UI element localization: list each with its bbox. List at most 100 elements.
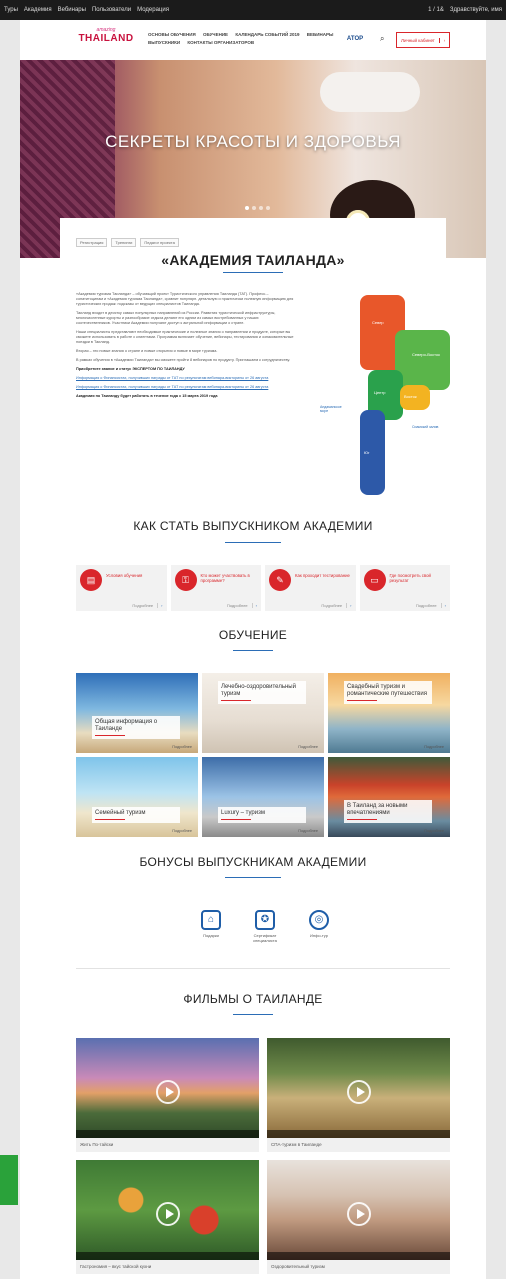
- play-icon[interactable]: [155, 1080, 180, 1104]
- bonus-label: Инфо-тур: [310, 933, 328, 938]
- breadcrumb-item[interactable]: Регистрация: [76, 238, 108, 247]
- winners-link[interactable]: Информация о Финансистах, получивших наг…: [76, 376, 294, 381]
- more-link[interactable]: Подробнее: [298, 829, 318, 833]
- nav-item-webinars[interactable]: ВЕБИНАРЫ: [307, 32, 334, 37]
- side-feedback-tab[interactable]: [0, 1155, 18, 1205]
- nav-item-calendar[interactable]: КАЛЕНДАРЬ СОБЫТИЙ 2019: [235, 32, 299, 37]
- breadcrumb: Регистрация Тренинги Педагог проекта: [76, 238, 179, 247]
- video-card[interactable]: Гастрономия – вкус тайской кухни: [76, 1160, 259, 1274]
- slider-dot[interactable]: [245, 206, 249, 210]
- play-icon[interactable]: [155, 1202, 180, 1226]
- more-link[interactable]: Подробнее: [172, 745, 192, 749]
- breadcrumb-item[interactable]: Педагог проекта: [140, 238, 179, 247]
- video-thumbnail[interactable]: [267, 1160, 450, 1260]
- academy-intro: «Академия туризма Таиланда» – обучающий …: [76, 292, 294, 403]
- more-link[interactable]: Подробнее ›: [227, 603, 257, 608]
- topbar-link-webinars[interactable]: Вебинары: [58, 7, 86, 13]
- bonus-item-gifts[interactable]: ⌂ Подарки: [194, 910, 228, 943]
- breadcrumb-item[interactable]: Тренинги: [111, 238, 137, 247]
- step-card-conditions[interactable]: ▤ Условия обучения Подробнее ›: [76, 565, 167, 611]
- more-link[interactable]: Подробнее ›: [416, 603, 446, 608]
- video-card[interactable]: Жить По-тайски: [76, 1038, 259, 1152]
- more-label: Подробнее: [226, 603, 248, 608]
- nav-item-basics[interactable]: ОСНОВЫ ОБУЧЕНИЯ: [148, 32, 196, 37]
- amazing-thailand-logo[interactable]: amazing THAILAND: [78, 27, 134, 53]
- intro-paragraph: «Академия туризма Таиланда» – обучающий …: [76, 292, 294, 306]
- video-controls[interactable]: [267, 1130, 450, 1138]
- certificate-icon: ✪: [255, 910, 275, 930]
- video-controls[interactable]: [76, 1130, 259, 1138]
- tile-luxury[interactable]: Luxury – туризм Подробнее: [202, 757, 324, 837]
- video-controls[interactable]: [267, 1252, 450, 1260]
- step-card-results[interactable]: ▭ Где посмотреть свой результат Подробне…: [359, 565, 450, 611]
- more-link[interactable]: Подробнее ›: [132, 603, 163, 608]
- more-link[interactable]: Подробнее: [298, 745, 318, 749]
- video-caption: СПА-туризм в Таиланде: [267, 1138, 450, 1152]
- chevron-right-icon: ›: [440, 603, 446, 608]
- howto-title: КАК СТАТЬ ВЫПУСКНИКОМ АКАДЕМИИ: [133, 519, 373, 533]
- site-header: amazing THAILAND ОСНОВЫ ОБУЧЕНИЯ ОБУЧЕНИ…: [20, 20, 486, 60]
- academy-dates: Академия по Таиланду будет работать в те…: [76, 394, 218, 398]
- chevron-right-icon: ›: [251, 603, 257, 608]
- tile-wellness[interactable]: Лечебно-оздоровительный туризм Подробнее: [202, 673, 324, 753]
- step-card-who[interactable]: ⚿ Кто может участвовать в программе? Под…: [170, 565, 261, 611]
- tile-family[interactable]: Семейный туризм Подробнее: [76, 757, 198, 837]
- bonus-title: БОНУСЫ ВЫПУСКНИКАМ АКАДЕМИИ: [139, 855, 367, 869]
- howto-steps: ▤ Условия обучения Подробнее › ⚿ Кто може…: [76, 565, 450, 611]
- slider-dot[interactable]: [266, 206, 270, 210]
- more-link[interactable]: Подробнее ›: [321, 603, 352, 608]
- slider-dot[interactable]: [252, 206, 256, 210]
- bonus-label: Подарки: [203, 933, 219, 938]
- topbar-link-academy[interactable]: Академия: [24, 7, 52, 13]
- map-label: Северо-Восток: [412, 352, 440, 357]
- winners-link[interactable]: Информация о Финансистах, получивших наг…: [76, 385, 294, 390]
- more-link[interactable]: Подробнее: [172, 829, 192, 833]
- topbar-link-moderation[interactable]: Модерация: [137, 7, 169, 13]
- video-caption: Жить По-тайски: [76, 1138, 259, 1152]
- play-icon[interactable]: [346, 1202, 371, 1226]
- tile-impressions[interactable]: В Таиланд за новыми впечатлениями Подроб…: [328, 757, 450, 837]
- topbar-link-users[interactable]: Пользователи: [92, 7, 131, 13]
- topbar-greeting[interactable]: Здравствуйте, имя: [450, 7, 502, 13]
- page-container: amazing THAILAND ОСНОВЫ ОБУЧЕНИЯ ОБУЧЕНИ…: [20, 0, 486, 1279]
- search-icon[interactable]: ⌕: [380, 34, 390, 44]
- map-label: Восток: [404, 394, 417, 399]
- step-card-testing[interactable]: ✎ Как проходит тестирование Подробнее ›: [265, 565, 356, 611]
- video-card[interactable]: Оздоровительный туризм: [267, 1160, 450, 1274]
- top-admin-bar: Туры Академия Вебинары Пользователи Моде…: [0, 0, 506, 20]
- login-button[interactable]: Личный кабинет ›: [396, 32, 450, 48]
- hero-towel: [320, 72, 420, 112]
- tile-wedding[interactable]: Свадебный туризм и романтические путешес…: [328, 673, 450, 753]
- gift-icon: ⌂: [201, 910, 221, 930]
- video-card[interactable]: СПА-туризм в Таиланде: [267, 1038, 450, 1152]
- title-underline: [225, 542, 281, 543]
- tile-general-info[interactable]: Общая информация о Таиланде Подробнее: [76, 673, 198, 753]
- bonus-item-certificate[interactable]: ✪ Сертификат специалиста: [248, 910, 282, 943]
- nav-item-learning[interactable]: ОБУЧЕНИЕ: [203, 32, 228, 37]
- slider-dot[interactable]: [259, 206, 263, 210]
- map-label: Юг: [364, 450, 370, 455]
- more-link[interactable]: Подробнее: [424, 745, 444, 749]
- step-label: Условия обучения: [106, 573, 143, 578]
- tile-label: Общая информация о Таиланде: [92, 716, 180, 739]
- video-thumbnail[interactable]: [267, 1038, 450, 1138]
- map-sea-label: Сиамский залив: [412, 425, 439, 429]
- video-thumbnail[interactable]: [76, 1038, 259, 1138]
- more-label: Подробнее: [415, 603, 437, 608]
- nav-item-graduates[interactable]: ВЫПУСКНИКИ: [148, 40, 180, 45]
- nav-item-contacts[interactable]: КОНТАКТЫ ОРГАНИЗАТОРОВ: [187, 40, 254, 45]
- thailand-region-map: Север Северо-Восток Центр Восток Юг Анда…: [320, 290, 470, 495]
- video-thumbnail[interactable]: [76, 1160, 259, 1260]
- video-controls[interactable]: [76, 1252, 259, 1260]
- tile-label: Лечебно-оздоровительный туризм: [218, 681, 306, 704]
- monitor-icon: ▭: [363, 569, 386, 591]
- logo-wordmark: THAILAND: [78, 33, 134, 44]
- more-link[interactable]: Подробнее: [424, 829, 444, 833]
- map-region-northeast[interactable]: [395, 330, 450, 390]
- atop-logo[interactable]: АТОР: [340, 32, 370, 46]
- main-nav: ОСНОВЫ ОБУЧЕНИЯ ОБУЧЕНИЕ КАЛЕНДАРЬ СОБЫТ…: [148, 31, 348, 47]
- bonus-item-infotour[interactable]: ◎ Инфо-тур: [302, 910, 336, 943]
- topbar-link-tours[interactable]: Туры: [4, 7, 18, 13]
- play-icon[interactable]: [346, 1080, 371, 1104]
- intro-paragraph: Наши специалисты представляют необходимы…: [76, 330, 294, 344]
